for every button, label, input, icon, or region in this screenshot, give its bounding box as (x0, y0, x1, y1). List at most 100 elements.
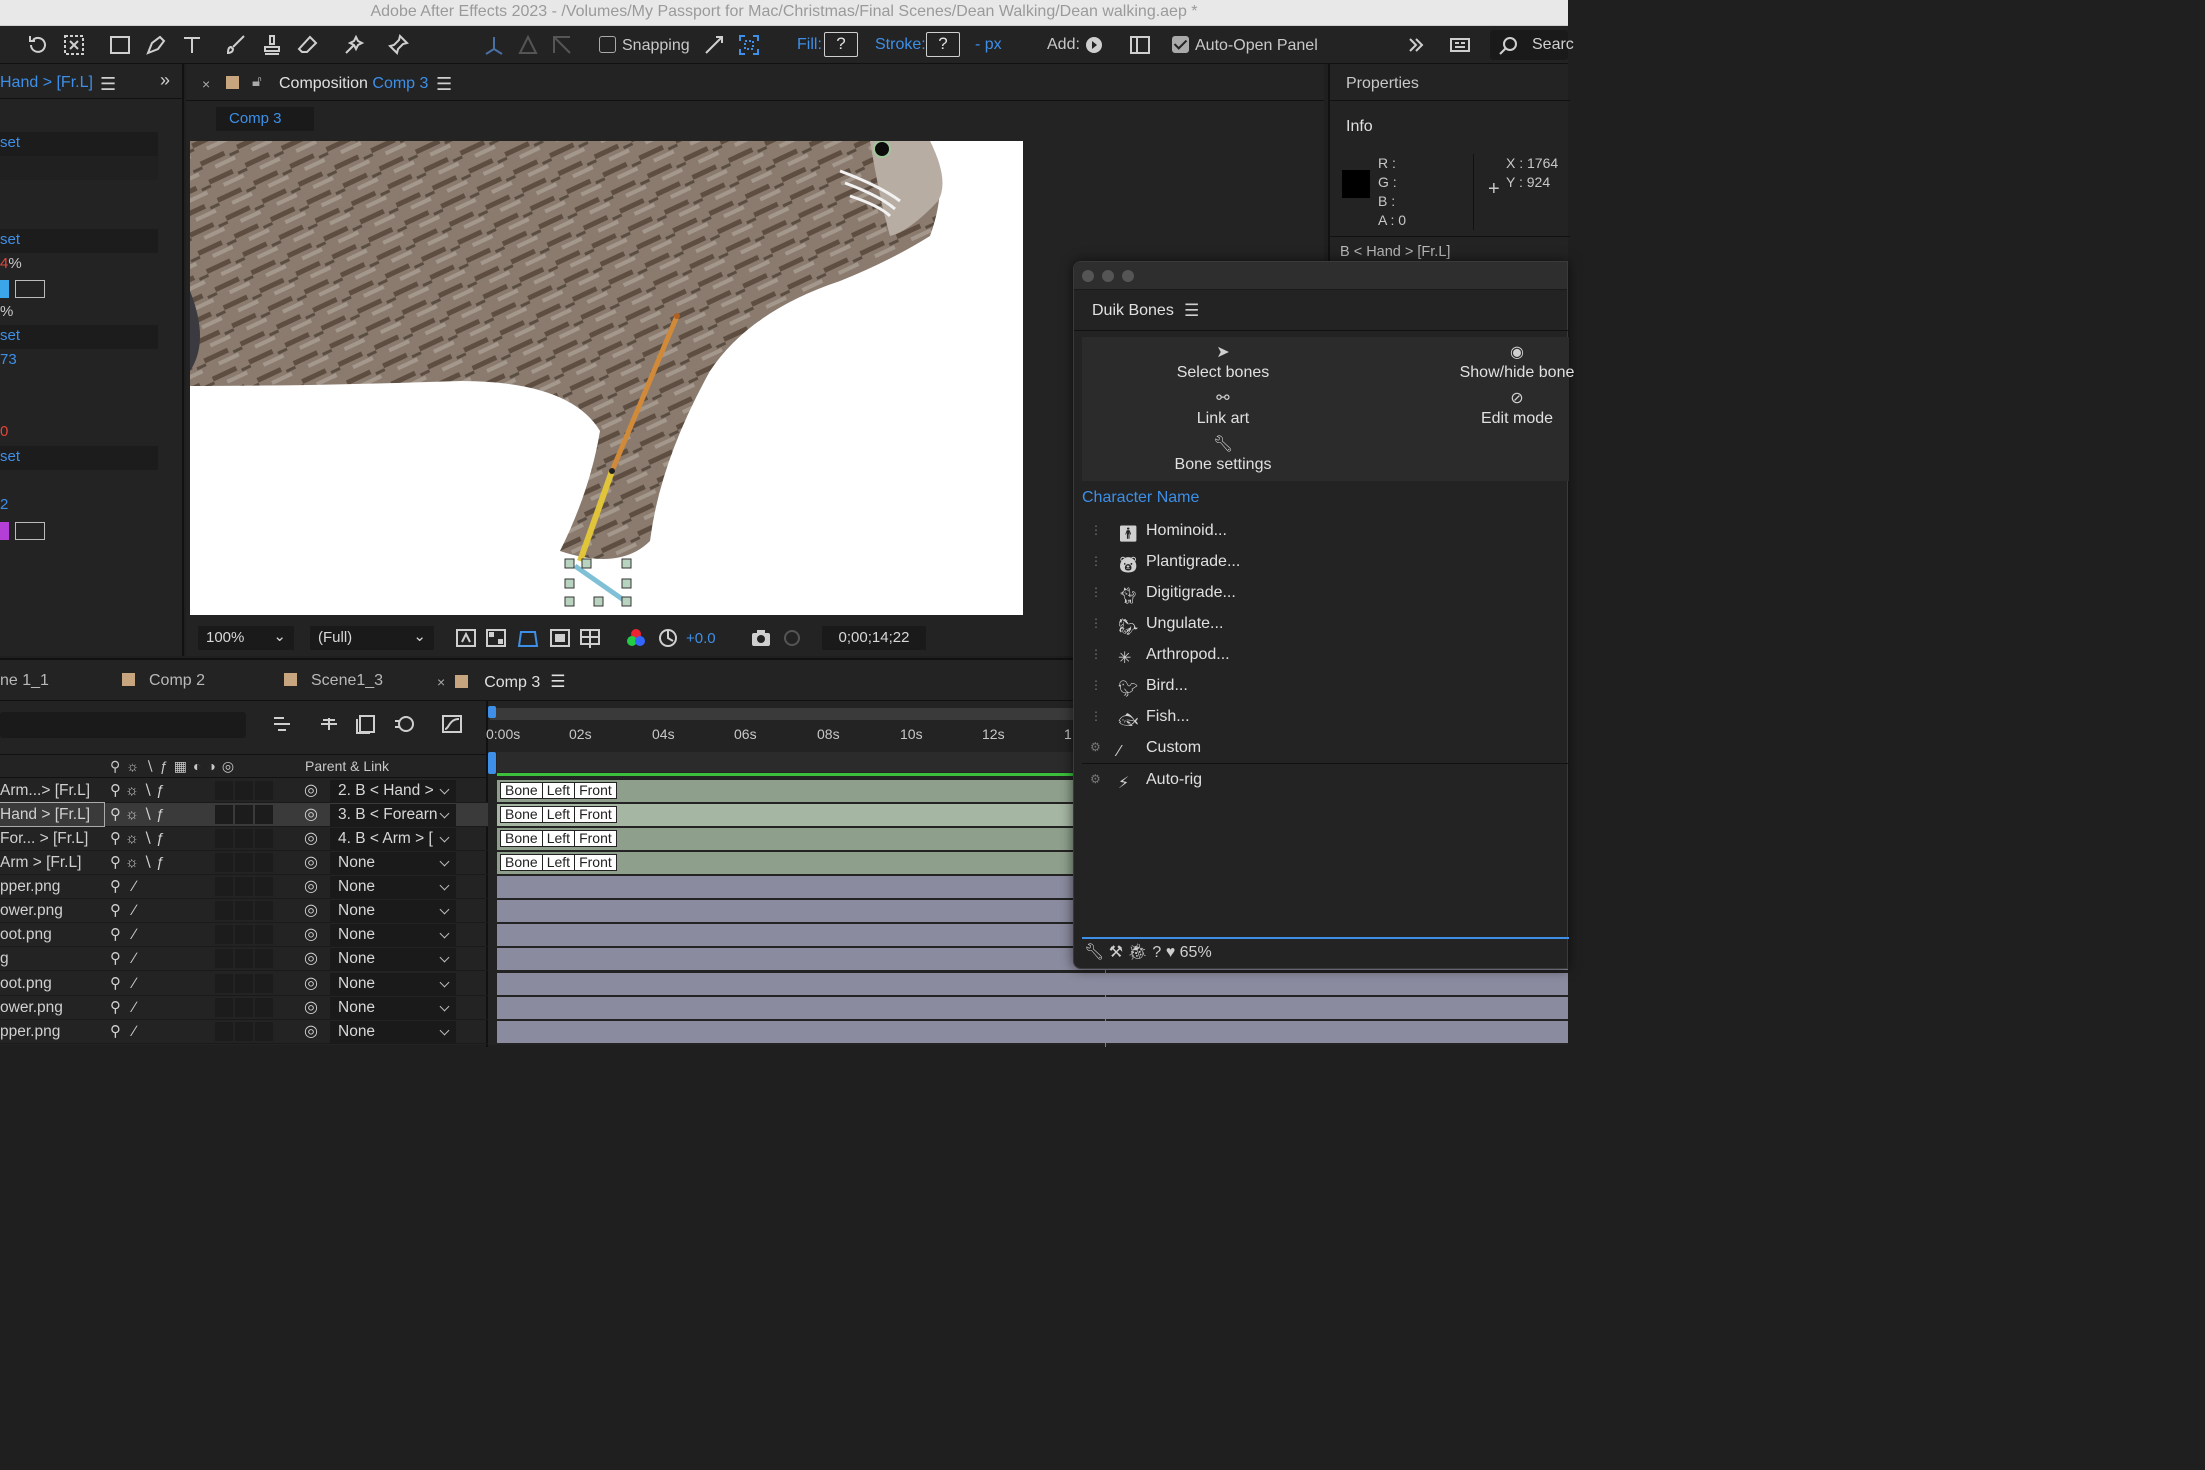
pick-whip-icon[interactable]: ◎ (304, 851, 324, 874)
wrench-icon[interactable]: 🔧︎ (1084, 944, 1104, 961)
layer-switches[interactable]: ⚲ ∕ (110, 899, 200, 922)
color-swatch[interactable] (0, 280, 9, 298)
add-property-icon[interactable] (1080, 31, 1108, 59)
layer-name[interactable]: pper.png (0, 1020, 104, 1043)
toggle-panel-icon[interactable] (1126, 31, 1154, 59)
chevron-double-right-icon[interactable]: » (160, 70, 170, 91)
pick-whip-icon[interactable]: ◎ (304, 1020, 324, 1043)
layer-name[interactable]: For... > [Fr.L] (0, 827, 104, 850)
parent-dropdown[interactable]: None (330, 1021, 456, 1043)
axis-world-icon[interactable] (514, 31, 542, 59)
layer-switches[interactable]: ⚲ ∕ (110, 947, 200, 970)
layer-row[interactable]: g ⚲ ∕ ◎ None (0, 947, 488, 971)
close-icon[interactable]: × (202, 76, 210, 92)
composition-viewer[interactable] (190, 141, 1023, 615)
heart-icon[interactable]: ♥ (1166, 944, 1176, 961)
frame-blending-icon[interactable] (352, 710, 380, 738)
layer-name[interactable]: Arm...> [Fr.L] (0, 779, 104, 802)
layer-switches[interactable]: ⚲ ∕ (110, 996, 200, 1019)
select-bones-button[interactable]: ➤ Select bones (1123, 342, 1323, 382)
layer-row[interactable]: pper.png ⚲ ∕ ◎ None (0, 1020, 488, 1044)
shy-layers-icon[interactable] (315, 710, 343, 738)
zoom-dropdown[interactable]: 100% ⌄ (198, 626, 294, 650)
brush-tool-icon[interactable] (222, 31, 250, 59)
layer-row[interactable]: pper.png ⚲ ∕ ◎ None (0, 875, 488, 899)
motion-blur-icon[interactable] (390, 710, 418, 738)
panel-menu-icon[interactable]: ☰ (1184, 301, 1199, 321)
drag-grip-icon[interactable]: ⋮ (1090, 701, 1102, 732)
roto-brush-tool-icon[interactable] (340, 31, 368, 59)
tab-comp-2[interactable]: Comp 2 (122, 672, 205, 690)
workspace-icon[interactable] (1446, 31, 1474, 59)
parent-dropdown[interactable]: None (330, 997, 456, 1019)
eyedropper-icon[interactable] (15, 280, 45, 298)
layer-switches[interactable]: ⚲☼∖ƒ (110, 779, 200, 802)
eraser-tool-icon[interactable] (294, 31, 322, 59)
tools-icon[interactable]: ⚒ (1109, 944, 1123, 961)
layer-name[interactable]: Hand > [Fr.L] (0, 802, 105, 827)
snap-edges-icon[interactable] (700, 31, 728, 59)
layer-switches[interactable]: ⚲ ∕ (110, 1020, 200, 1043)
layer-duration-bar[interactable] (497, 973, 1568, 995)
help-icon[interactable]: ? (1152, 944, 1161, 961)
search-box[interactable]: Searc (1490, 30, 1574, 60)
snapping-checkbox-box[interactable] (599, 36, 616, 53)
layer-name[interactable]: ower.png (0, 899, 104, 922)
parent-dropdown[interactable]: None (330, 876, 456, 898)
arthropod-button[interactable]: ⋮ ✳ Arthropod... (1082, 639, 1562, 670)
channel-rgb-icon[interactable] (622, 624, 650, 652)
gear-icon[interactable]: ⚙ (1090, 764, 1101, 795)
pen-tool-icon[interactable] (142, 31, 170, 59)
custom-button[interactable]: ⚙ ⁄ Custom (1082, 732, 1562, 763)
effect-row[interactable]: 73 (0, 349, 158, 373)
fish-button[interactable]: ⋮ 🐟︎ Fish... (1082, 701, 1562, 732)
layer-duration-bar[interactable] (497, 997, 1568, 1019)
ungulate-button[interactable]: ⋮ 🐎︎ Ungulate... (1082, 608, 1562, 639)
work-area-start-handle[interactable] (488, 706, 496, 718)
pick-whip-icon[interactable]: ◎ (304, 996, 324, 1019)
panel-menu-icon[interactable]: ☰ (100, 74, 116, 95)
mask-visibility-icon[interactable] (514, 624, 542, 652)
effect-row[interactable]: 4% (0, 253, 158, 277)
pick-whip-icon[interactable]: ◎ (304, 803, 324, 826)
reset-exposure-icon[interactable] (654, 624, 682, 652)
snap-target-icon[interactable] (735, 31, 763, 59)
layer-av-switches[interactable] (215, 805, 277, 824)
gear-icon[interactable]: ⚙ (1090, 732, 1101, 763)
pick-whip-icon[interactable]: ◎ (304, 972, 324, 995)
effect-row[interactable]: set (0, 229, 158, 253)
region-of-interest-icon[interactable] (546, 624, 574, 652)
plantigrade-button[interactable]: ⋮ 🐻︎ Plantigrade... (1082, 546, 1562, 577)
layer-row[interactable]: Arm...> [Fr.L] ⚲☼∖ƒ ◎ 2. B < Hand > (0, 779, 488, 803)
pick-whip-icon[interactable]: ◎ (304, 947, 324, 970)
panel-menu-icon[interactable]: ☰ (550, 672, 565, 691)
layer-av-switches[interactable] (215, 1022, 277, 1041)
parent-dropdown[interactable]: None (330, 900, 456, 922)
parent-dropdown[interactable]: 3. B < Forearn (330, 804, 456, 826)
hominoid-button[interactable]: ⋮ 🚹︎ Hominoid... (1082, 515, 1562, 546)
pick-whip-icon[interactable]: ◎ (304, 875, 324, 898)
layer-row[interactable]: oot.png ⚲ ∕ ◎ None (0, 923, 488, 947)
transparency-grid-icon[interactable] (482, 624, 510, 652)
effect-row[interactable]: set (0, 132, 158, 156)
drag-grip-icon[interactable]: ⋮ (1090, 639, 1102, 670)
layer-switches[interactable]: ⚲ ∕ (110, 923, 200, 946)
layer-av-switches[interactable] (215, 998, 277, 1017)
show-hide-bones-button[interactable]: ◉ Show/hide bone (1417, 342, 1617, 382)
fast-preview-icon[interactable] (452, 624, 480, 652)
work-area-bar[interactable] (490, 708, 1073, 720)
layer-name[interactable]: g (0, 947, 104, 970)
fill-swatch-button[interactable]: ? (824, 32, 858, 57)
layer-name[interactable]: ower.png (0, 996, 104, 1019)
pick-whip-icon[interactable]: ◎ (304, 923, 324, 946)
comp-flowchart-icon[interactable] (268, 710, 296, 738)
drag-grip-icon[interactable]: ⋮ (1090, 515, 1102, 546)
layer-name[interactable]: oot.png (0, 972, 104, 995)
duik-window-titlebar[interactable] (1074, 262, 1567, 290)
link-art-button[interactable]: ⚯ Link art (1123, 388, 1323, 428)
parent-dropdown[interactable]: 2. B < Hand > (330, 780, 456, 802)
layer-switches[interactable]: ⚲☼∖ƒ (110, 851, 200, 874)
drag-grip-icon[interactable]: ⋮ (1090, 577, 1102, 608)
drag-grip-icon[interactable]: ⋮ (1090, 670, 1102, 701)
auto-open-checkbox-box[interactable] (1172, 36, 1189, 53)
